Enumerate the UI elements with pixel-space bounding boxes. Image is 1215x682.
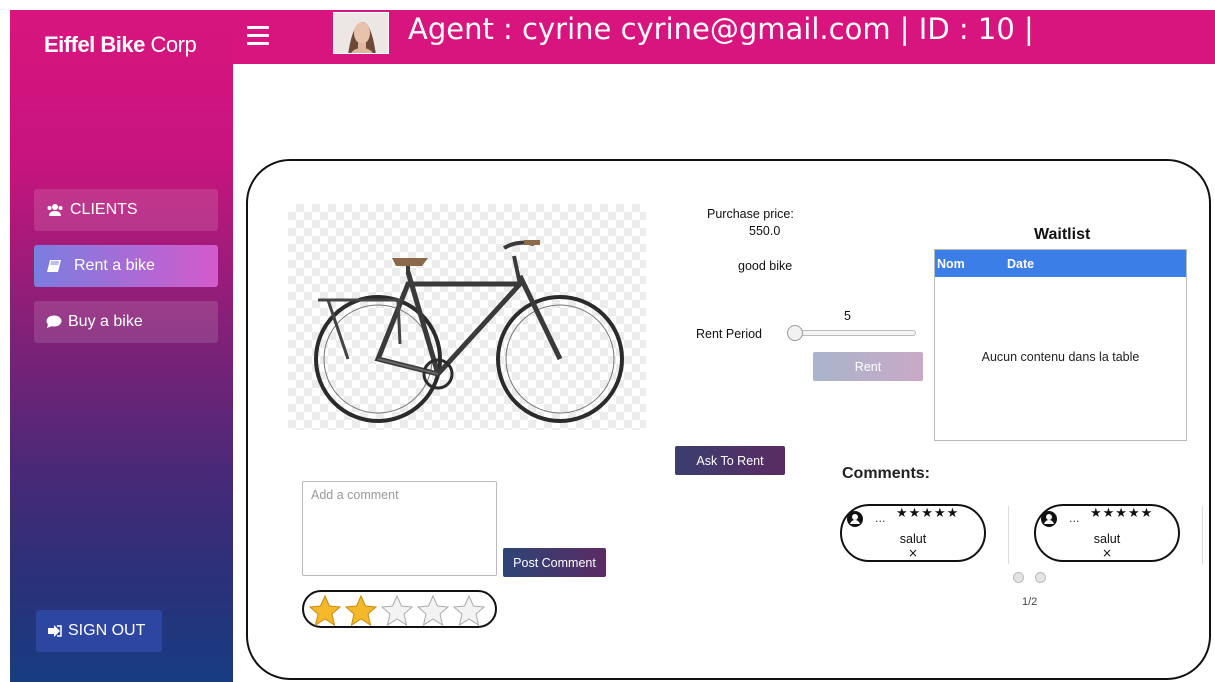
divider [1008, 506, 1009, 564]
agent-info: Agent : cyrine cyrine@gmail.com | ID : 1… [408, 12, 1034, 46]
column-header-nom[interactable]: Nom [935, 257, 1007, 271]
comment-input[interactable]: Add a comment [302, 481, 497, 576]
comment-user: ... [1069, 512, 1080, 525]
bike-image [288, 204, 646, 430]
table-empty-message: Aucun contenu dans la table [981, 350, 1140, 364]
avatar [333, 12, 389, 54]
bicycle-icon [314, 240, 624, 423]
star-rating[interactable] [302, 590, 497, 628]
comment-card: ... ★★★★★ salut × [840, 504, 986, 562]
comment-user: ... [875, 512, 886, 525]
slider-thumb[interactable] [787, 325, 803, 341]
book-icon [47, 260, 61, 272]
sidebar-item-buy-a-bike[interactable]: Buy a bike [34, 301, 218, 343]
table-header: Nom Date [935, 250, 1186, 277]
bike-description: good bike [738, 259, 793, 273]
waitlist-title: Waitlist [1034, 226, 1091, 243]
comments-title: Comments: [842, 465, 931, 482]
comment-text: salut [899, 532, 927, 546]
sidebar-item-label: Rent a bike [74, 257, 155, 274]
delete-comment-icon[interactable]: × [1036, 546, 1178, 560]
sidebar-item-rent-a-bike[interactable]: Rent a bike [34, 245, 218, 287]
rent-period-label: Rent Period [696, 327, 763, 341]
post-comment-button[interactable]: Post Comment [503, 548, 606, 577]
page-indicator: 1/2 [1022, 596, 1038, 608]
star-icon[interactable] [452, 594, 486, 628]
users-icon [47, 204, 63, 216]
delete-comment-icon[interactable]: × [842, 546, 984, 560]
purchase-price-label: Purchase price: [707, 207, 794, 221]
comment-card: ... ★★★★★ salut × [1034, 504, 1180, 562]
comment-rating: ★★★★★ [896, 506, 960, 521]
comment-rating: ★★★★★ [1090, 506, 1154, 521]
rent-period-slider[interactable] [787, 325, 916, 341]
star-icon[interactable] [344, 594, 378, 628]
divider [1202, 506, 1203, 564]
star-icon[interactable] [380, 594, 414, 628]
brand-name: Eiffel Bike [44, 32, 145, 57]
brand-suffix: Corp [150, 32, 197, 57]
avatar-image [334, 13, 388, 53]
sign-out-button[interactable]: SIGN OUT [36, 610, 162, 652]
star-icon[interactable] [308, 594, 342, 628]
star-icon[interactable] [416, 594, 450, 628]
user-icon [847, 511, 863, 527]
menu-icon[interactable] [247, 26, 269, 46]
waitlist-table[interactable]: Nom Date Aucun contenu dans la table [934, 249, 1187, 441]
sidebar-item-label: CLIENTS [70, 201, 138, 218]
sidebar-item-label: Buy a bike [68, 313, 143, 330]
sidebar: Eiffel Bike Corp CLIENTS Rent a bike Buy… [10, 10, 233, 682]
ask-to-rent-button[interactable]: Ask To Rent [675, 446, 785, 475]
rent-period-value: 5 [844, 309, 851, 323]
rent-button[interactable]: Rent [813, 352, 923, 381]
sign-out-label: SIGN OUT [68, 622, 146, 639]
sign-out-icon [48, 625, 62, 637]
comment-text: salut [1093, 532, 1121, 546]
pagination-dot-1[interactable] [1013, 572, 1024, 583]
sidebar-item-clients[interactable]: CLIENTS [34, 189, 218, 231]
user-icon [1041, 511, 1057, 527]
chat-icon [46, 315, 62, 328]
pagination-dot-2[interactable] [1035, 572, 1046, 583]
brand-logo: Eiffel Bike Corp [44, 32, 197, 58]
app-root: Eiffel Bike Corp CLIENTS Rent a bike Buy… [0, 0, 1215, 682]
column-header-date[interactable]: Date [1007, 257, 1034, 271]
purchase-price-value: 550.0 [749, 224, 781, 238]
top-bar: Agent : cyrine cyrine@gmail.com | ID : 1… [233, 10, 1215, 64]
